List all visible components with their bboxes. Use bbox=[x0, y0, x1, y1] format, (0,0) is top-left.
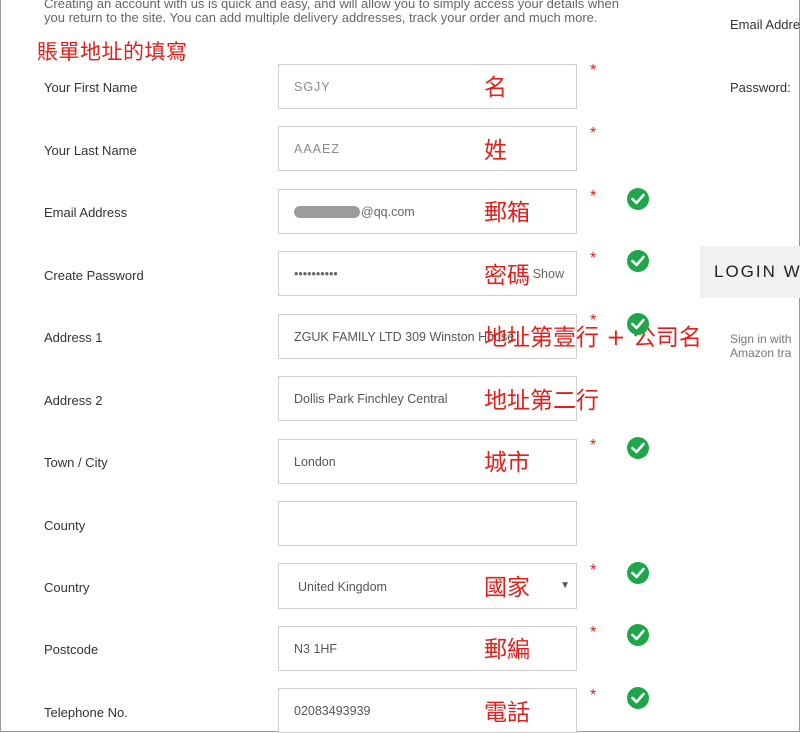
check-circle-icon bbox=[627, 250, 649, 272]
address2-label: Address 2 bbox=[44, 393, 103, 408]
email-label: Email Address bbox=[44, 205, 128, 220]
intro-text: Creating an account with us is quick and… bbox=[44, 0, 664, 28]
check-circle-icon bbox=[627, 687, 649, 709]
required-mark: * bbox=[590, 437, 597, 454]
first-name-annotation: 名 bbox=[484, 75, 507, 101]
check-circle-icon bbox=[627, 624, 649, 646]
signin-line-2: Amazon tra bbox=[730, 346, 792, 360]
telephone-value: 02083493939 bbox=[294, 704, 371, 718]
first-name-value: SGJY bbox=[294, 80, 331, 94]
town-value: London bbox=[294, 455, 336, 469]
password-annotation: 密碼 bbox=[484, 263, 530, 289]
country-select[interactable]: United Kingdom ▼ bbox=[278, 563, 577, 609]
required-mark: * bbox=[590, 188, 597, 205]
address1-value: ZGUK FAMILY LTD 309 Winston House bbox=[294, 330, 515, 344]
postcode-label: Postcode bbox=[44, 642, 99, 657]
telephone-input[interactable]: 02083493939 bbox=[278, 688, 577, 733]
password-label: Create Password bbox=[44, 268, 144, 283]
redacted-email-mask bbox=[294, 206, 360, 218]
page-frame bbox=[0, 0, 800, 732]
telephone-label: Telephone No. bbox=[44, 705, 128, 720]
password-input[interactable]: •••••••••• Show bbox=[278, 251, 577, 296]
country-annotation: 國家 bbox=[484, 575, 530, 601]
last-name-input[interactable]: AAAEZ bbox=[278, 126, 577, 171]
required-mark: * bbox=[590, 562, 597, 579]
email-value: @qq.com bbox=[361, 205, 415, 219]
check-circle-icon bbox=[627, 562, 649, 584]
telephone-annotation: 電話 bbox=[484, 700, 530, 726]
email-input[interactable]: @qq.com bbox=[278, 189, 577, 234]
postcode-value: N3 1HF bbox=[294, 642, 338, 656]
required-mark: * bbox=[590, 62, 597, 79]
county-input[interactable] bbox=[278, 501, 577, 546]
signin-line-1: Sign in with bbox=[730, 332, 792, 346]
country-label: Country bbox=[44, 580, 90, 595]
required-mark: * bbox=[590, 624, 597, 641]
address2-annotation: 地址第二行 bbox=[484, 388, 599, 414]
required-mark: * bbox=[590, 125, 597, 142]
show-password-button[interactable]: Show bbox=[533, 267, 564, 281]
address2-value: Dollis Park Finchley Central bbox=[294, 392, 448, 406]
caret-down-icon: ▼ bbox=[560, 580, 570, 591]
login-email-label: Email Addre bbox=[730, 17, 800, 32]
check-circle-icon bbox=[627, 437, 649, 459]
amazon-signin-text: Sign in with Amazon tra bbox=[730, 332, 800, 360]
password-value: •••••••••• bbox=[294, 267, 338, 281]
last-name-annotation: 姓 bbox=[484, 138, 507, 164]
login-password-label: Password: bbox=[730, 80, 791, 95]
town-annotation: 城市 bbox=[484, 450, 530, 476]
email-annotation: 郵箱 bbox=[484, 200, 530, 226]
postcode-annotation: 郵編 bbox=[484, 637, 530, 663]
required-mark: * bbox=[590, 250, 597, 267]
required-mark: * bbox=[590, 687, 597, 704]
intro-line-2: you return to the site. You can add mult… bbox=[44, 10, 598, 25]
last-name-label: Your Last Name bbox=[44, 143, 137, 158]
postcode-input[interactable]: N3 1HF bbox=[278, 626, 577, 671]
town-input[interactable]: London bbox=[278, 439, 577, 484]
last-name-value: AAAEZ bbox=[294, 142, 340, 156]
first-name-input[interactable]: SGJY bbox=[278, 64, 577, 109]
address1-label: Address 1 bbox=[44, 330, 103, 345]
required-mark: * bbox=[590, 312, 597, 329]
billing-address-title: 賬單地址的填寫 bbox=[37, 40, 188, 64]
login-button-label: LOGIN W bbox=[714, 262, 800, 281]
county-label: County bbox=[44, 518, 86, 533]
first-name-label: Your First Name bbox=[44, 80, 138, 95]
login-button[interactable]: LOGIN W bbox=[700, 246, 800, 298]
town-label: Town / City bbox=[44, 455, 108, 470]
check-circle-icon bbox=[627, 313, 649, 335]
check-circle-icon bbox=[627, 188, 649, 210]
country-value: United Kingdom bbox=[298, 580, 387, 594]
